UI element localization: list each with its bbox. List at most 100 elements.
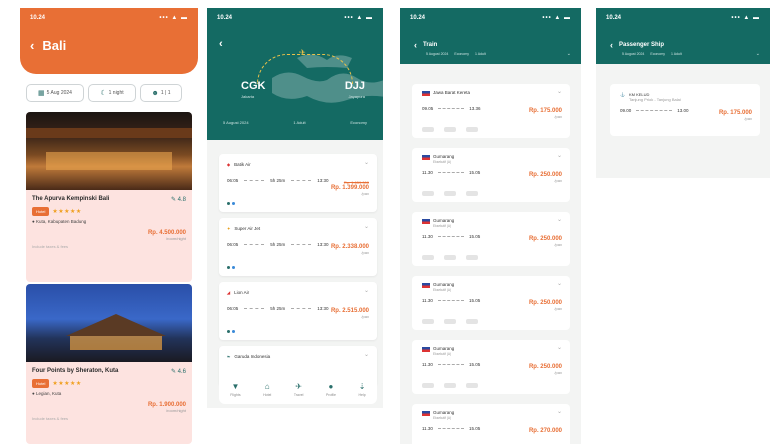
status-bar: 10.24 ••• ▲ ▬	[400, 8, 581, 28]
guests-filter-chip[interactable]: ☻ 1 | 1	[140, 84, 182, 102]
train-price: Rp. 270.000	[528, 428, 562, 434]
status-time: 10.24	[606, 15, 622, 21]
hotel-rating-value: 4.8	[177, 197, 186, 203]
hotel-card[interactable]: The Apurva Kempinski Bali ✎ 4.8 Hotel ★★★★…	[26, 112, 192, 282]
train-card[interactable]: Jawa Barat Kereta ⌄ 09.05 13.36 Rp. 175.0…	[412, 84, 570, 138]
chevron-down-icon[interactable]: ⌄	[364, 223, 369, 230]
train-name: Gumarang	[433, 218, 455, 223]
departure-time: 06:05	[227, 306, 239, 311]
flag-icon	[422, 155, 430, 160]
train-class: Eksekutif (A)	[433, 224, 452, 228]
flight-card[interactable]: ✦ Super Air Jet ⌄ 06:05 5h 25m 13:30 Rp. 2.…	[219, 218, 377, 276]
tab-label: Flights	[230, 392, 241, 397]
plane-icon: ✈	[299, 48, 306, 57]
chevron-down-icon[interactable]: ⌄	[557, 408, 562, 415]
flight-card[interactable]: ◢ Lion Air ⌄ 06:05 5h 25m 13:30 Rp. 2.515.0…	[219, 282, 377, 340]
page-title: ‹ Bali	[30, 38, 66, 53]
train-card[interactable]: Gumarang Eksekutif (A) ⌄ 11.30 15.05 Rp. 2…	[412, 148, 570, 202]
train-class: Eksekutif (A)	[433, 160, 452, 164]
hotel-name: Four Points by Sheraton, Kuta	[32, 368, 119, 374]
trip-meta: 5 August 2024 1 Adult Economy	[223, 120, 367, 125]
departure-time: 09.00	[620, 108, 632, 113]
train-card[interactable]: Gumarang Eksekutif (A) ⌄ 11.30 15.05 Rp. 2…	[412, 340, 570, 394]
status-time: 10.24	[217, 15, 233, 21]
arrival-time: 13:30	[317, 178, 329, 183]
hotel-name: The Apurva Kempinski Bali	[32, 196, 110, 202]
route-header: 10.24 ••• ▲ ▬ ‹ ✈ CGK DJJ Jakarta Jayapura …	[207, 8, 383, 140]
chevron-down-icon[interactable]: ⌄	[557, 152, 562, 159]
departure-time: 11.30	[422, 298, 433, 303]
tab-flights[interactable]: ▼ Flights	[230, 382, 240, 397]
date-filter-label: 5 Aug 2024	[46, 90, 72, 96]
hotel-location-text: Legian, Kuta	[35, 391, 62, 396]
destination-city: Jayapura	[348, 94, 365, 99]
departure-time: 06:05	[227, 242, 239, 247]
filter-bar: ▦ 5 Aug 2024 ☾ 1 night ☻ 1 | 1	[26, 84, 192, 102]
chevron-down-icon[interactable]: ⌄	[364, 351, 369, 358]
departure-time: 11.30	[422, 362, 433, 367]
train-card[interactable]: Gumarang Eksekutif (A) ⌄ 11.30 15.05 Rp. 2…	[412, 212, 570, 266]
trip-class: Economy	[350, 120, 367, 125]
tab-travel[interactable]: ✈ Travel	[294, 382, 304, 397]
ship-results-screen: 10.24 ••• ▲ ▬ ‹ Passenger Ship 5 August 20…	[596, 8, 770, 178]
status-icons: ••• ▲ ▬	[344, 15, 373, 21]
chevron-down-icon[interactable]: ⌄	[364, 159, 369, 166]
chevron-down-icon[interactable]: ⌄	[364, 287, 369, 294]
price-unit: /pax	[554, 306, 562, 311]
status-icons: ••• ▲ ▬	[159, 15, 188, 21]
hotel-tab-icon: ⌂	[264, 381, 270, 391]
train-card[interactable]: Gumarang Eksekutif (A) ⌄ 11.30 15.05 Rp. 2…	[412, 404, 570, 444]
back-arrow-icon[interactable]: ‹	[610, 40, 613, 50]
trip-class: Economy	[454, 52, 469, 56]
ship-header: 10.24 ••• ▲ ▬ ‹ Passenger Ship 5 August 20…	[596, 8, 770, 64]
arrival-time: 13.36	[469, 106, 481, 111]
chevron-down-icon[interactable]: ⌄	[557, 216, 562, 223]
back-arrow-icon[interactable]: ‹	[30, 38, 34, 53]
price-unit: /pax	[361, 250, 369, 255]
hotel-card[interactable]: Four Points by Sheraton, Kuta ✎ 4.6 Hotel…	[26, 284, 192, 444]
arrival-time: 15.05	[468, 298, 481, 303]
facility-icons	[227, 266, 235, 269]
departure-time: 11.30	[422, 426, 433, 431]
back-arrow-icon[interactable]: ‹	[414, 40, 417, 50]
chevron-down-icon[interactable]: ⌄	[756, 51, 760, 57]
ship-card[interactable]: ⚓ KM KELUD Tanjung Priok - Tanjung Balai 0…	[610, 84, 760, 136]
chevron-down-icon[interactable]: ⌄	[557, 88, 562, 95]
hotel-rating: ✎ 4.6	[170, 369, 186, 375]
flight-card[interactable]: ◆ Batik Air ⌄ 06:05 5h 25m 13:30 Rp. 1.659.…	[219, 154, 377, 212]
train-card[interactable]: Gumarang Eksekutif (A) ⌄ 11.30 15.05 Rp. 2…	[412, 276, 570, 330]
status-time: 10.24	[30, 15, 46, 21]
arrival-time: 13:30	[317, 306, 329, 311]
tab-help[interactable]: ⇣ Help	[358, 382, 365, 397]
train-name: Gumarang	[433, 346, 455, 351]
price-unit: /pax	[361, 314, 369, 319]
date-filter-chip[interactable]: ▦ 5 Aug 2024	[26, 84, 84, 102]
nights-filter-label: 1 night	[108, 90, 124, 96]
chevron-down-icon[interactable]: ⌄	[567, 51, 571, 57]
tab-label: Profile	[326, 392, 336, 397]
ship-logo-icon: ⚓	[620, 92, 625, 97]
chevron-down-icon[interactable]: ⌄	[557, 344, 562, 351]
price-unit: /pax	[361, 191, 369, 196]
trip-date: 5 August 2024	[622, 52, 645, 56]
tab-hotel[interactable]: ⌂ Hotel	[263, 382, 271, 397]
chevron-down-icon[interactable]: ⌄	[557, 280, 562, 287]
train-name: Jawa Barat Kereta	[433, 90, 471, 95]
airline-name: Batik Air	[234, 162, 251, 167]
price-unit: /pax	[554, 242, 562, 247]
star-rating: ★★★★★	[52, 209, 82, 215]
nights-filter-chip[interactable]: ☾ 1 night	[88, 84, 136, 102]
destination-code: DJJ	[344, 80, 365, 92]
status-bar: 10.24 ••• ▲ ▬	[207, 8, 383, 28]
trip-date: 5 August 2024	[223, 120, 249, 125]
arrival-time: 15.05	[468, 234, 481, 239]
page-title: Passenger Ship	[619, 42, 665, 48]
tab-profile[interactable]: ● Profile	[326, 382, 336, 397]
hotel-footnote: Include taxes & fees	[32, 244, 69, 249]
flag-icon	[422, 91, 430, 96]
flag-icon	[422, 411, 430, 416]
train-class: Eksekutif (A)	[433, 288, 452, 292]
airline-logo-icon: ◆	[227, 162, 231, 167]
hotel-photo	[26, 284, 192, 362]
back-arrow-icon[interactable]: ‹	[219, 38, 223, 50]
